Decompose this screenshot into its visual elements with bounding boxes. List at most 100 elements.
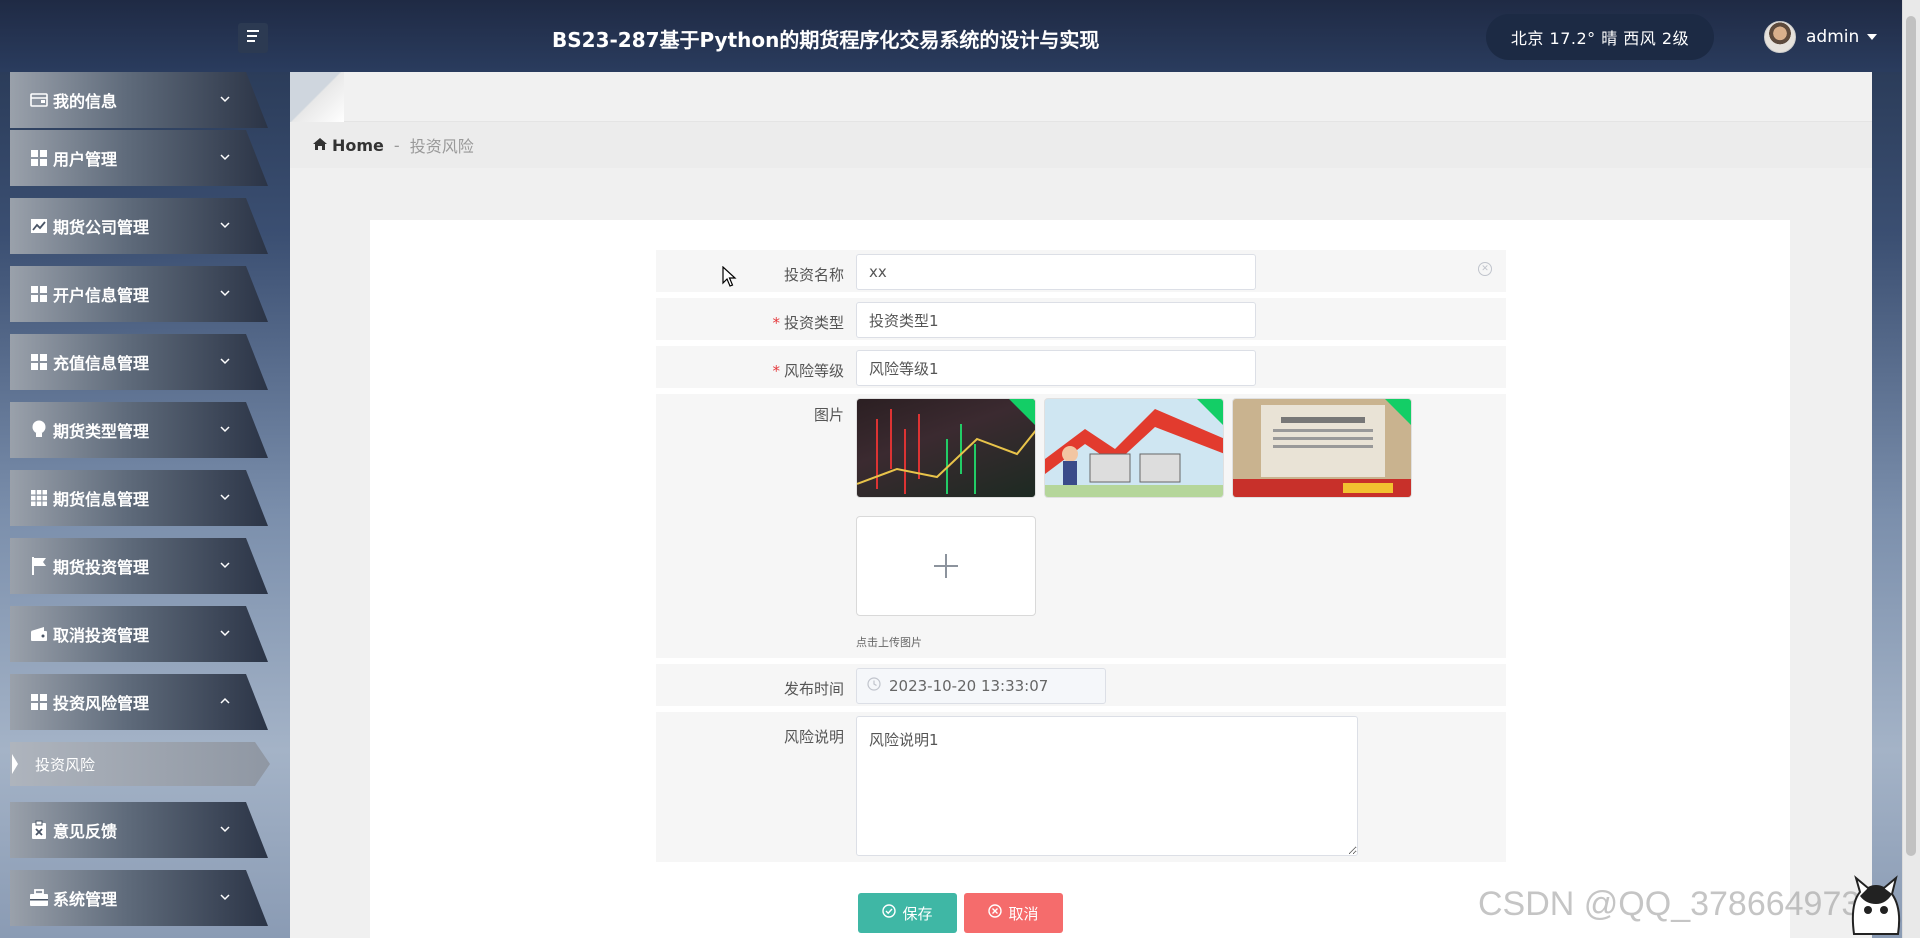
sidebar-item-futures-info[interactable]: 期货信息管理	[10, 470, 268, 526]
form-row-name: 投资名称 ✕	[656, 250, 1506, 292]
uploaded-image[interactable]	[1044, 398, 1224, 498]
name-input[interactable]	[856, 254, 1256, 290]
type-label-text: 投资类型	[783, 314, 844, 332]
required-mark: *	[772, 362, 780, 380]
sidebar-item-cancel-investment[interactable]: 取消投资管理	[10, 606, 268, 662]
time-label: 发布时间	[783, 680, 844, 698]
sidebar-item-feedback[interactable]: 意见反馈	[10, 802, 268, 858]
date-picker[interactable]: 2023-10-20 13:33:07	[856, 668, 1106, 704]
risk-label: * 风险等级	[772, 360, 844, 381]
chevron-down-icon	[220, 826, 230, 833]
sidebar-item-futures-type[interactable]: 期货类型管理	[10, 402, 268, 458]
grid-icon	[29, 284, 49, 304]
clear-icon[interactable]: ✕	[1478, 262, 1492, 276]
flag-icon	[29, 556, 49, 576]
chevron-down-icon	[220, 562, 230, 569]
form-row-risk: * 风险等级	[656, 346, 1506, 388]
weather-widget: 北京 17.2° 晴 西风 2级	[1486, 14, 1714, 60]
user-menu[interactable]: admin	[1764, 20, 1878, 54]
sidebar-item-label: 期货公司管理	[53, 218, 150, 237]
sidebar-item-label: 用户管理	[53, 150, 118, 169]
uploaded-image[interactable]	[856, 398, 1036, 498]
sidebar-item-label: 期货类型管理	[53, 422, 150, 441]
sidebar-item-label: 期货信息管理	[53, 490, 150, 509]
grid-icon	[29, 352, 49, 372]
wallet-icon	[29, 624, 49, 644]
page-scrollbar[interactable]	[1902, 0, 1920, 938]
plus-icon	[934, 554, 958, 578]
menu-toggle-button[interactable]	[238, 23, 268, 53]
form-row-type: * 投资类型	[656, 298, 1506, 340]
form-row-images: 图片 点击上传图片	[656, 394, 1506, 658]
sidebar-item-account-info[interactable]: 开户信息管理	[10, 266, 268, 322]
sidebar-item-my-info[interactable]: 我的信息	[10, 72, 268, 128]
sidebar-subitem-investment-risk[interactable]: 投资风险	[10, 742, 270, 786]
cat-mascot-icon	[1851, 875, 1901, 935]
sidebar-item-label: 意见反馈	[53, 822, 118, 841]
chevron-down-icon	[220, 426, 230, 433]
form-row-time: 发布时间 2023-10-20 13:33:07	[656, 664, 1506, 706]
briefcase-icon	[29, 888, 49, 908]
chevron-down-icon	[220, 630, 230, 637]
chevron-down-icon	[220, 154, 230, 161]
form-row-description: 风险说明 风险说明1	[656, 712, 1506, 862]
menu-icon	[245, 29, 261, 47]
risk-input[interactable]	[856, 350, 1256, 386]
stock-chart-image	[857, 409, 1035, 494]
chevron-down-icon	[220, 894, 230, 901]
page-fold-corner	[290, 72, 344, 122]
grid-icon	[29, 148, 49, 168]
home-icon	[312, 136, 328, 155]
book-cover-image	[1233, 405, 1411, 497]
uploaded-image[interactable]	[1232, 398, 1412, 498]
cancel-button-label: 取消	[1008, 904, 1039, 923]
chart-icon	[29, 216, 49, 236]
sidebar-item-label: 开户信息管理	[53, 286, 150, 305]
wallet-icon	[29, 90, 49, 110]
check-circle-icon	[882, 904, 897, 922]
mouse-cursor-icon	[722, 266, 737, 287]
sidebar-item-label: 取消投资管理	[53, 626, 150, 645]
save-button-label: 保存	[902, 904, 933, 923]
chevron-down-icon	[220, 494, 230, 501]
cancel-button[interactable]: 取消	[964, 893, 1063, 933]
type-input[interactable]	[856, 302, 1256, 338]
type-label: * 投资类型	[772, 312, 844, 333]
main-content: Home - 投资风险 投资名称 ✕ *投资类型 *风险等级 图片	[290, 72, 1872, 938]
save-button[interactable]: 保存	[858, 893, 957, 933]
upload-tip: 点击上传图片	[856, 636, 922, 649]
sidebar-item-futures-investment[interactable]: 期货投资管理	[10, 538, 268, 594]
sidebar-item-users[interactable]: 用户管理	[10, 130, 268, 186]
sidebar-item-investment-risk[interactable]: 投资风险管理	[10, 674, 268, 730]
risk-label-text: 风险等级	[783, 362, 844, 380]
name-label: 投资名称	[783, 266, 844, 284]
sidebar-item-recharge[interactable]: 充值信息管理	[10, 334, 268, 390]
breadcrumb-home[interactable]: Home	[332, 136, 384, 155]
sidebar-item-label: 系统管理	[53, 890, 118, 909]
chevron-down-icon	[220, 358, 230, 365]
description-textarea[interactable]: 风险说明1	[856, 716, 1358, 856]
table-icon	[29, 488, 49, 508]
breadcrumb-separator: -	[393, 135, 400, 155]
bulb-icon	[29, 420, 49, 440]
watermark: CSDN @QQ_3786649731	[1478, 885, 1880, 923]
chevron-down-icon	[220, 222, 230, 229]
desc-label: 风险说明	[783, 728, 844, 746]
scrollbar-thumb[interactable]	[1906, 16, 1916, 856]
chevron-up-icon	[220, 697, 230, 704]
clipboard-icon	[29, 820, 49, 840]
cartoon-image	[1045, 409, 1223, 497]
sidebar-subitem-label: 投资风险	[35, 755, 96, 774]
close-circle-icon	[988, 904, 1003, 922]
image-label: 图片	[813, 406, 844, 424]
sidebar-item-futures-company[interactable]: 期货公司管理	[10, 198, 268, 254]
image-upload-button[interactable]	[856, 516, 1036, 616]
sidebar-item-system[interactable]: 系统管理	[10, 870, 268, 926]
required-mark: *	[772, 314, 780, 332]
date-value: 2023-10-20 13:33:07	[889, 677, 1049, 695]
chevron-down-icon	[220, 290, 230, 297]
avatar	[1764, 21, 1796, 53]
top-header: BS23-287基于Python的期货程序化交易系统的设计与实现 北京 17.2…	[0, 0, 1920, 72]
sidebar-item-label: 投资风险管理	[53, 694, 150, 713]
app-title: BS23-287基于Python的期货程序化交易系统的设计与实现	[552, 28, 1100, 52]
